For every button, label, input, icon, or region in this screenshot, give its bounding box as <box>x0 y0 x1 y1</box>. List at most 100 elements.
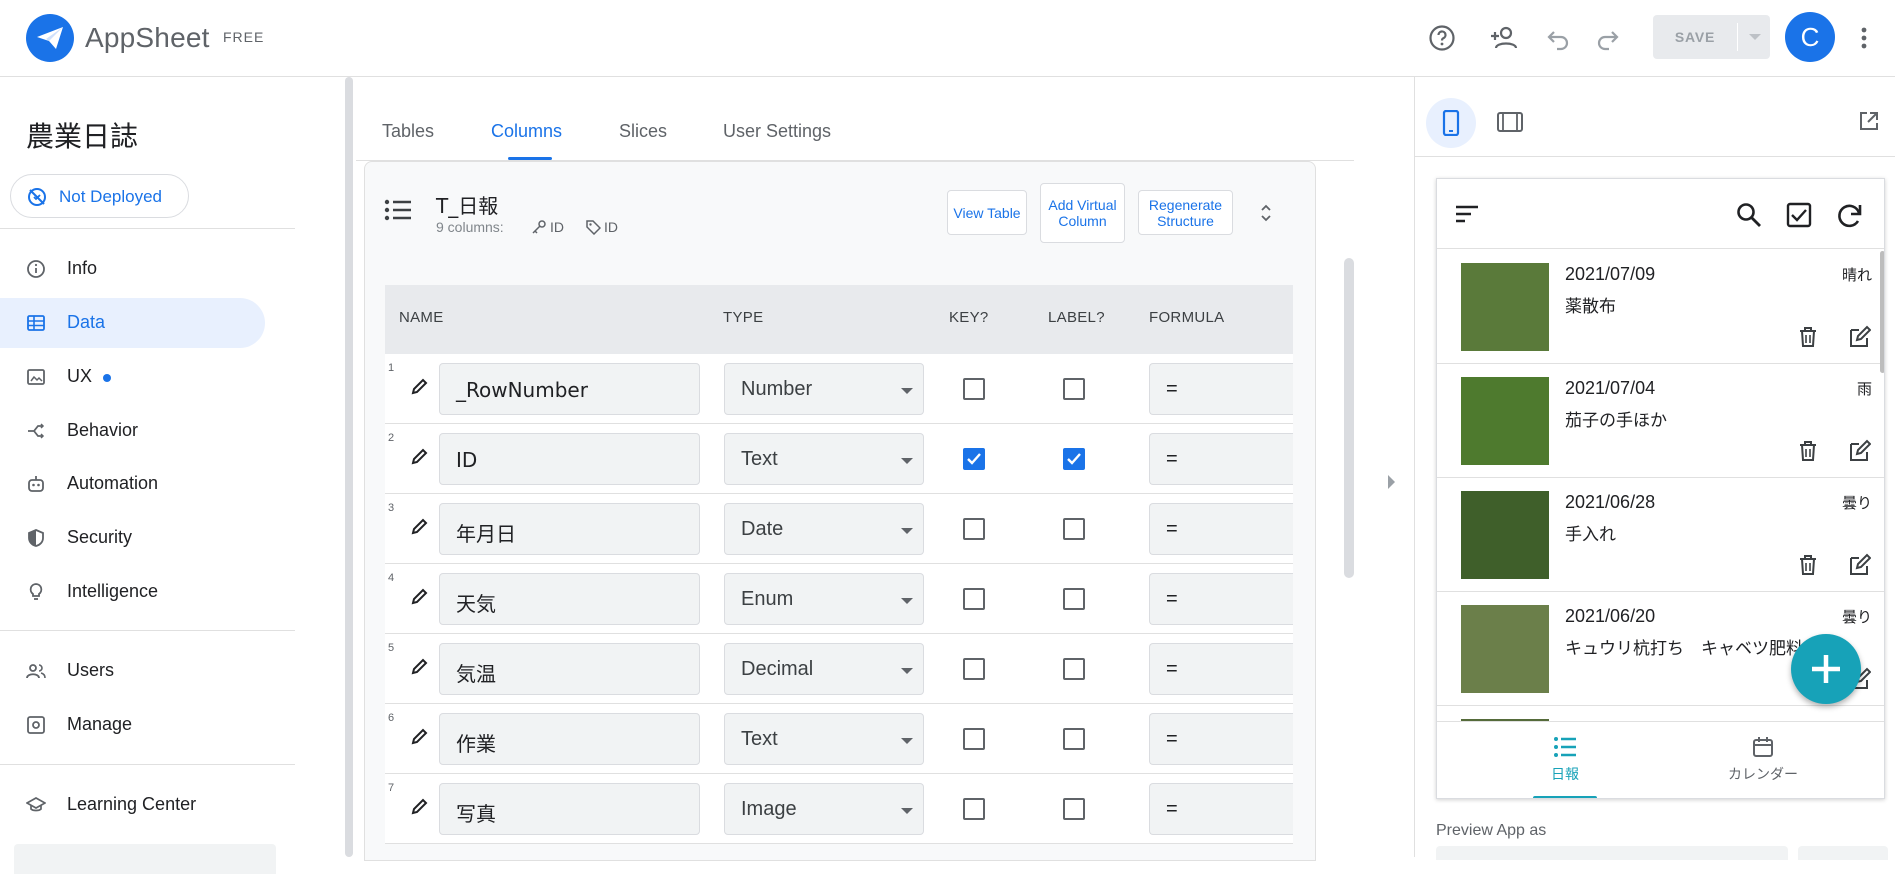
edit-pencil-icon[interactable] <box>410 378 428 396</box>
delete-icon[interactable] <box>1798 326 1818 348</box>
sidebar-item-ux[interactable]: UX <box>0 352 265 402</box>
edit-icon[interactable] <box>1847 553 1871 577</box>
column-type-select[interactable]: Number <box>724 363 924 415</box>
add-virtual-column-button[interactable]: Add Virtual Column <box>1040 183 1125 243</box>
user-avatar[interactable]: C <box>1785 12 1835 62</box>
edit-pencil-icon[interactable] <box>410 518 428 536</box>
sidebar-item-info[interactable]: Info <box>0 244 265 294</box>
collapse-preview-arrow-icon[interactable] <box>1388 475 1395 489</box>
edit-pencil-icon[interactable] <box>410 798 428 816</box>
edit-icon[interactable] <box>1847 439 1871 463</box>
column-type-select[interactable]: Date <box>724 503 924 555</box>
open-in-new-window-icon[interactable] <box>1858 110 1880 132</box>
label-checkbox[interactable] <box>1063 448 1085 470</box>
label-checkbox[interactable] <box>1063 798 1085 820</box>
edit-pencil-icon[interactable] <box>410 588 428 606</box>
formula-field[interactable]: = <box>1149 573 1293 625</box>
key-checkbox[interactable] <box>963 378 985 400</box>
edit-pencil-icon[interactable] <box>410 658 428 676</box>
key-checkbox[interactable] <box>963 798 985 820</box>
tablet-preview-tab[interactable] <box>1497 111 1523 133</box>
label-checkbox[interactable] <box>1063 728 1085 750</box>
formula-field[interactable]: = <box>1149 433 1293 485</box>
sidebar-item-intelligence[interactable]: Intelligence <box>0 567 265 617</box>
column-name-field[interactable]: 年月日 <box>439 503 700 555</box>
sidebar-item-manage[interactable]: Manage <box>0 700 265 750</box>
edit-icon[interactable] <box>1847 325 1871 349</box>
expand-collapse-icon[interactable] <box>1258 202 1274 224</box>
sidebar-item-data[interactable]: Data <box>0 298 265 348</box>
key-checkbox[interactable] <box>963 728 985 750</box>
nav-tab-calendar[interactable]: カレンダー <box>1713 736 1813 784</box>
tab-user-settings[interactable]: User Settings <box>723 121 831 142</box>
appsheet-logo[interactable] <box>26 14 74 62</box>
preview-scrollbar[interactable] <box>1880 251 1884 373</box>
tab-tables[interactable]: Tables <box>382 121 434 142</box>
sidebar-item-security[interactable]: Security <box>0 513 265 563</box>
column-type-select[interactable]: Image <box>724 783 924 835</box>
column-type-select[interactable]: Decimal <box>724 643 924 695</box>
label-column-value: ID <box>604 219 618 235</box>
view-table-button[interactable]: View Table <box>947 190 1027 235</box>
formula-field[interactable]: = <box>1149 713 1293 765</box>
label-checkbox[interactable] <box>1063 518 1085 540</box>
select-checkbox-icon[interactable] <box>1786 202 1812 228</box>
preview-list-item[interactable]: 2021/07/04 茄子の手ほか 雨 <box>1437 364 1884 478</box>
table-list-icon[interactable] <box>384 198 412 222</box>
key-checkbox[interactable] <box>963 448 985 470</box>
nav-tab-daily-report[interactable]: 日報 <box>1531 736 1599 784</box>
label-checkbox[interactable] <box>1063 658 1085 680</box>
key-checkbox[interactable] <box>963 518 985 540</box>
formula-field[interactable]: = <box>1149 643 1293 695</box>
delete-icon[interactable] <box>1798 554 1818 576</box>
column-name-field[interactable]: 気温 <box>439 643 700 695</box>
more-options-icon[interactable] <box>1858 24 1886 52</box>
preview-as-user-field[interactable] <box>1436 846 1788 860</box>
sidebar-item-users[interactable]: Users <box>0 646 265 696</box>
preview-list-item[interactable]: 2021/06/28 手入れ 曇り <box>1437 478 1884 592</box>
left-panel-scrollbar[interactable] <box>345 77 353 857</box>
tab-columns[interactable]: Columns <box>491 121 562 142</box>
help-icon[interactable] <box>1428 24 1456 52</box>
column-type-select[interactable]: Enum <box>724 573 924 625</box>
column-name-field[interactable]: 写真 <box>439 783 700 835</box>
save-button[interactable]: SAVE <box>1653 15 1737 59</box>
formula-field[interactable]: = <box>1149 783 1293 835</box>
save-options-caret-icon[interactable] <box>1749 34 1761 40</box>
label-checkbox[interactable] <box>1063 588 1085 610</box>
edit-pencil-icon[interactable] <box>410 448 428 466</box>
formula-field[interactable]: = <box>1149 363 1293 415</box>
column-name-field[interactable]: _RowNumber <box>439 363 700 415</box>
deploy-status-chip[interactable]: Not Deployed <box>10 174 189 218</box>
label-checkbox[interactable] <box>1063 378 1085 400</box>
sidebar-item-behavior[interactable]: Behavior <box>0 406 265 456</box>
delete-icon[interactable] <box>1798 440 1818 462</box>
redo-icon[interactable] <box>1594 24 1622 52</box>
row-number: 5 <box>388 642 395 654</box>
sidebar-item-automation[interactable]: Automation <box>0 459 265 509</box>
key-checkbox[interactable] <box>963 658 985 680</box>
add-user-icon[interactable] <box>1489 24 1518 52</box>
table-scrollbar[interactable] <box>1344 258 1354 578</box>
preview-as-apply-button[interactable] <box>1798 846 1888 860</box>
edit-pencil-icon[interactable] <box>410 728 428 746</box>
column-name-field[interactable]: ID <box>439 433 700 485</box>
tab-slices[interactable]: Slices <box>619 121 667 142</box>
column-name-field[interactable]: 天気 <box>439 573 700 625</box>
add-record-fab[interactable] <box>1791 634 1861 704</box>
mobile-preview-tab[interactable] <box>1426 98 1476 148</box>
plus-icon <box>1812 655 1840 683</box>
sidebar-item-learning-center[interactable]: Learning Center <box>0 780 265 830</box>
refresh-icon[interactable] <box>1836 201 1864 229</box>
column-name-field[interactable]: 作業 <box>439 713 700 765</box>
undo-icon[interactable] <box>1546 24 1574 52</box>
column-type-select[interactable]: Text <box>724 433 924 485</box>
preview-list-item[interactable]: 2021/07/09 薬散布 晴れ <box>1437 250 1884 364</box>
formula-field[interactable]: = <box>1149 503 1293 555</box>
search-icon[interactable] <box>1736 202 1762 228</box>
regenerate-structure-button[interactable]: Regenerate Structure <box>1138 190 1233 235</box>
column-type-value: Date <box>741 518 784 540</box>
column-type-select[interactable]: Text <box>724 713 924 765</box>
key-checkbox[interactable] <box>963 588 985 610</box>
sort-icon[interactable] <box>1455 204 1479 224</box>
